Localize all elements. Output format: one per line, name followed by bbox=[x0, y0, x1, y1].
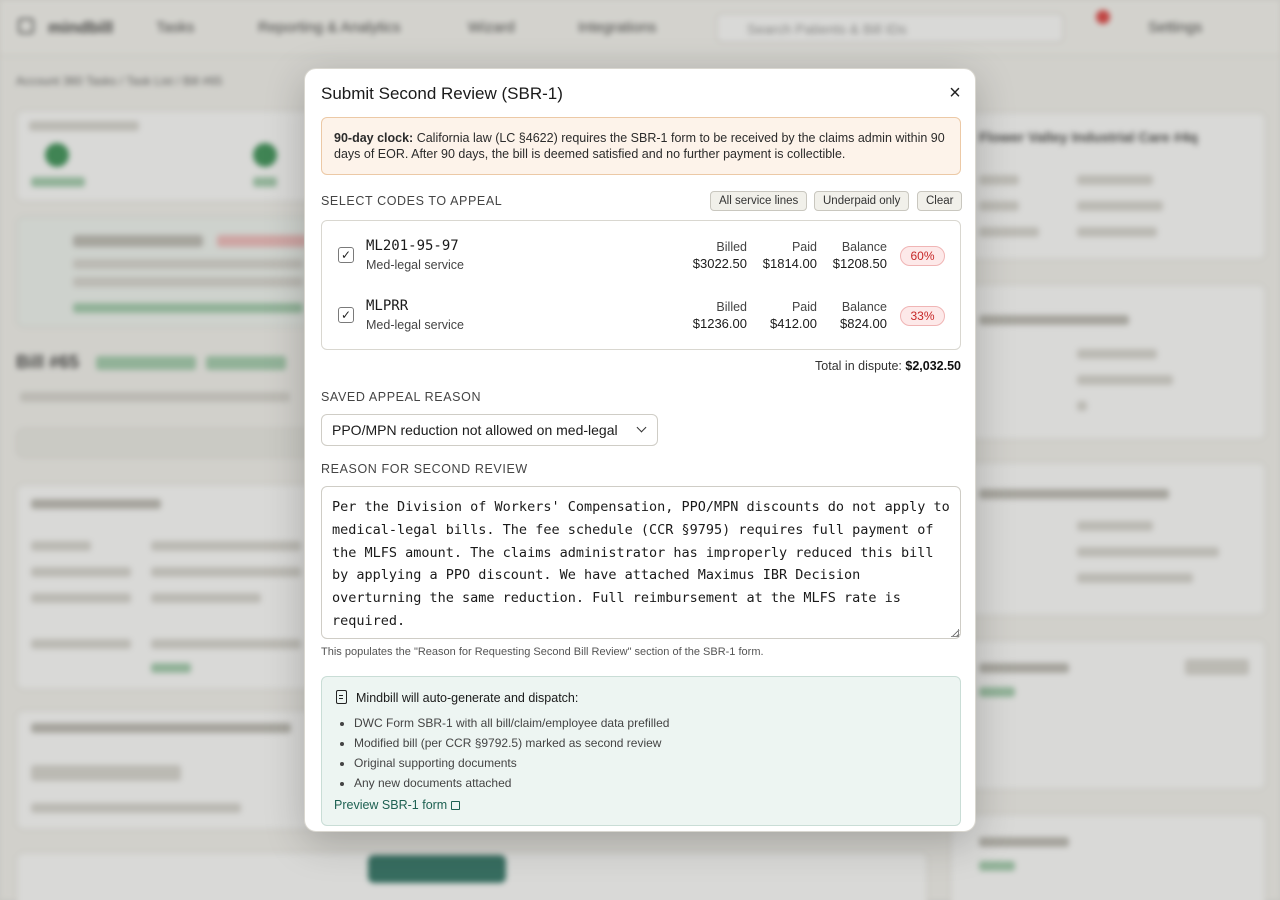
auto-generate-panel: Mindbill will auto-generate and dispatch… bbox=[321, 676, 961, 826]
ninety-day-warning: 90-day clock: California law (LC §4622) … bbox=[321, 117, 961, 175]
underpaid-only-button[interactable]: Underpaid only bbox=[814, 191, 910, 211]
modal-title: Submit Second Review (SBR-1) bbox=[321, 84, 563, 103]
billed-value: $1236.00 bbox=[692, 316, 747, 331]
document-icon bbox=[336, 690, 347, 704]
preview-sbr1-link[interactable]: Preview SBR-1 form bbox=[334, 798, 461, 812]
code-id: ML201-95-97 bbox=[366, 238, 459, 254]
code-id: MLPRR bbox=[366, 298, 409, 314]
saved-reason-label: SAVED APPEAL REASON bbox=[321, 390, 482, 404]
paid-value: $1814.00 bbox=[762, 256, 817, 271]
saved-reason-select[interactable]: PPO/MPN reduction not allowed on med-leg… bbox=[321, 414, 658, 446]
paid-header: Paid bbox=[791, 240, 817, 254]
list-item: Original supporting documents bbox=[354, 753, 669, 773]
clear-button[interactable]: Clear bbox=[917, 191, 963, 211]
balance-header: Balance bbox=[841, 240, 887, 254]
paid-value: $412.00 bbox=[770, 316, 817, 331]
code-description: Med-legal service bbox=[366, 258, 464, 272]
warning-text: California law (LC §4622) requires the S… bbox=[334, 131, 945, 161]
total-value: $2,032.50 bbox=[905, 359, 961, 373]
billed-header: Billed bbox=[716, 240, 747, 254]
reason-textarea[interactable]: Per the Division of Workers' Compensatio… bbox=[321, 486, 961, 639]
list-item: Modified bill (per CCR §9792.5) marked a… bbox=[354, 733, 669, 753]
billed-value: $3022.50 bbox=[692, 256, 747, 271]
warning-label: 90-day clock: bbox=[334, 131, 414, 145]
total-in-dispute: Total in dispute: $2,032.50 bbox=[321, 359, 961, 373]
resize-handle-icon[interactable] bbox=[951, 629, 959, 637]
reason-helper-text: This populates the "Reason for Requestin… bbox=[321, 646, 764, 658]
code-checkbox[interactable]: ✓ bbox=[338, 247, 354, 263]
code-row[interactable]: ✓ MLPRR Med-legal service Billed $1236.0… bbox=[322, 281, 960, 341]
balance-header: Balance bbox=[841, 300, 887, 314]
balance-value: $824.00 bbox=[840, 316, 887, 331]
billed-header: Billed bbox=[716, 300, 747, 314]
code-checkbox[interactable]: ✓ bbox=[338, 307, 354, 323]
all-service-lines-button[interactable]: All service lines bbox=[710, 191, 808, 211]
list-item: Any new documents attached bbox=[354, 773, 669, 793]
external-link-icon bbox=[451, 801, 461, 810]
underpaid-percent-badge: 33% bbox=[900, 306, 945, 326]
balance-value: $1208.50 bbox=[832, 256, 887, 271]
close-icon[interactable]: × bbox=[943, 81, 967, 105]
code-description: Med-legal service bbox=[366, 318, 464, 332]
underpaid-percent-badge: 60% bbox=[900, 246, 945, 266]
total-label: Total in dispute: bbox=[815, 359, 906, 373]
sbr1-modal: Submit Second Review (SBR-1) × 90-day cl… bbox=[304, 68, 976, 832]
code-row[interactable]: ✓ ML201-95-97 Med-legal service Billed $… bbox=[322, 221, 960, 281]
reason-label: REASON FOR SECOND REVIEW bbox=[321, 462, 528, 476]
chevron-down-icon bbox=[636, 422, 647, 433]
saved-reason-value: PPO/MPN reduction not allowed on med-leg… bbox=[332, 422, 618, 438]
auto-generate-title: Mindbill will auto-generate and dispatch… bbox=[356, 691, 579, 705]
list-item: DWC Form SBR-1 with all bill/claim/emplo… bbox=[354, 713, 669, 733]
codes-list: ✓ ML201-95-97 Med-legal service Billed $… bbox=[321, 220, 961, 350]
preview-link-label: Preview SBR-1 form bbox=[334, 798, 448, 812]
paid-header: Paid bbox=[791, 300, 817, 314]
codes-section-label: SELECT CODES TO APPEAL bbox=[321, 194, 503, 208]
auto-generate-list: DWC Form SBR-1 with all bill/claim/emplo… bbox=[354, 713, 669, 793]
